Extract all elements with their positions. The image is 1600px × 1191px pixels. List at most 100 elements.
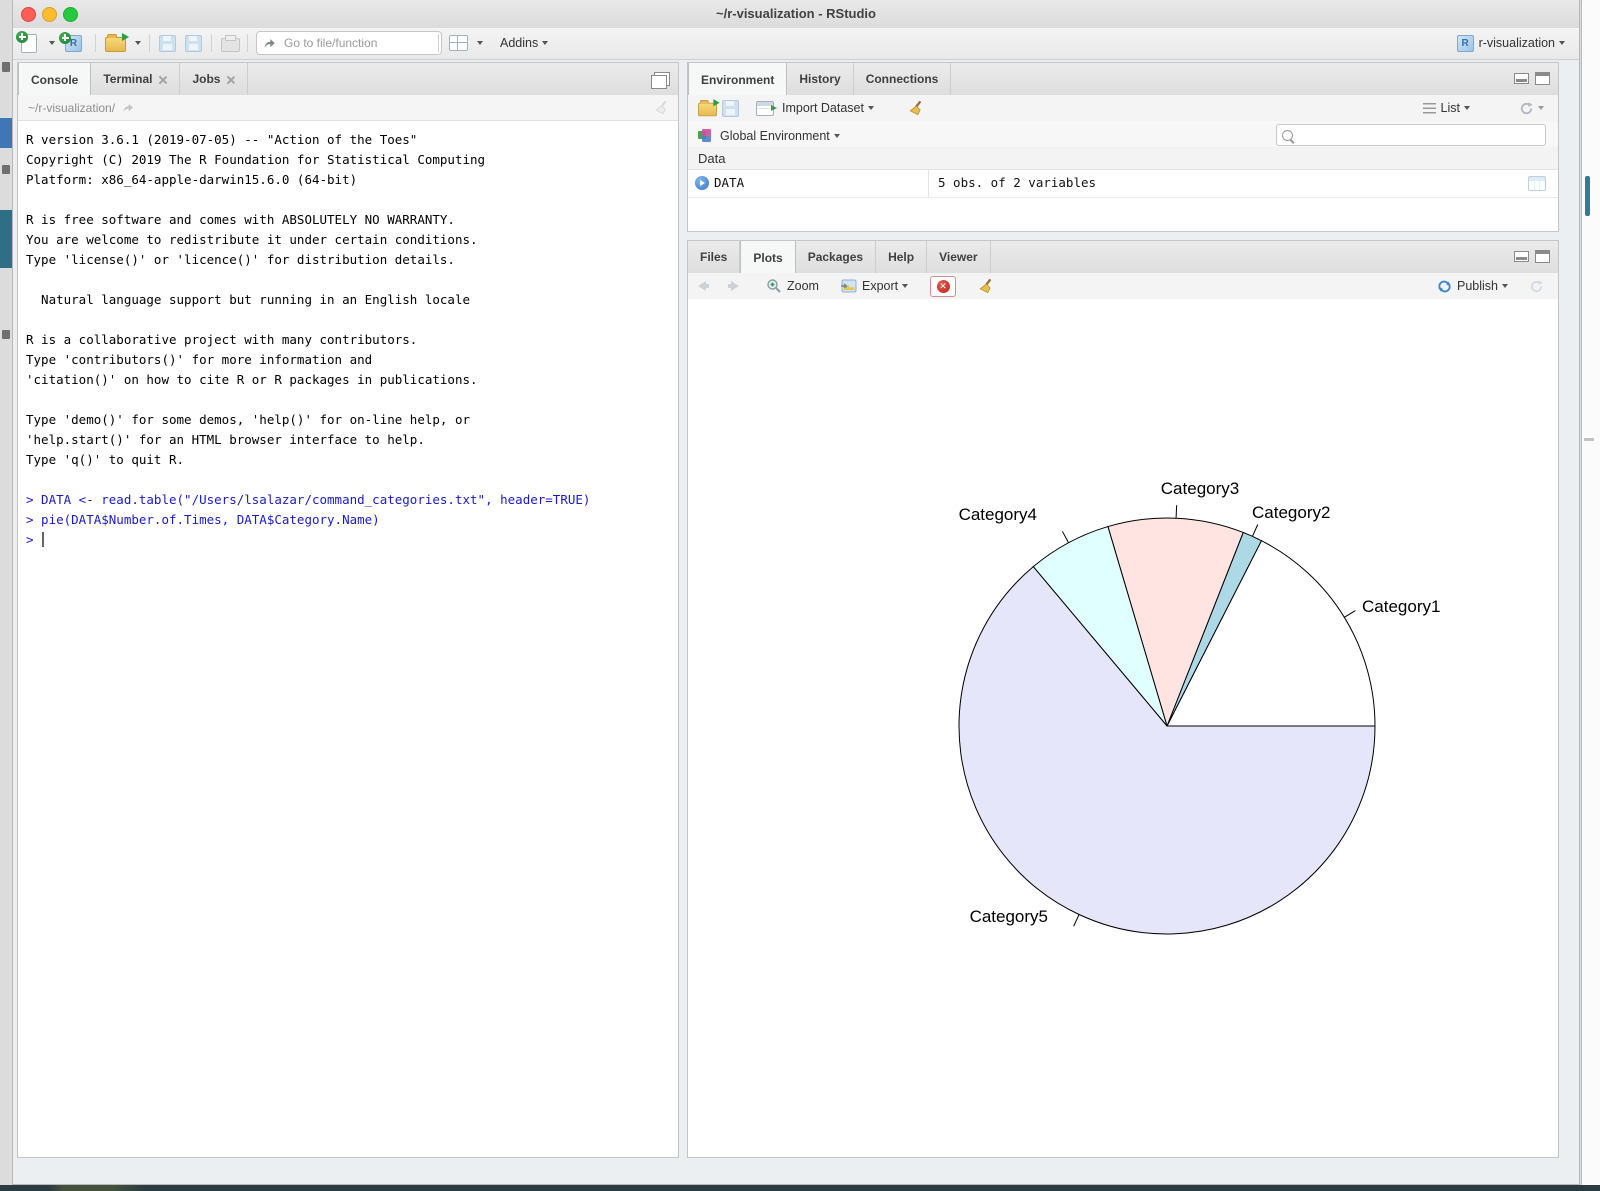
tab-connections-label: Connections	[866, 72, 939, 86]
tab-environment[interactable]: Environment	[688, 63, 787, 96]
console-line: Type 'q()' to quit R.	[26, 450, 678, 470]
plots-pane: Files Plots Packages Help Viewer Zoom Ex…	[687, 240, 1559, 1158]
console-line: R is free software and comes with ABSOLU…	[26, 210, 678, 230]
import-dataset-button[interactable]: Import Dataset	[756, 98, 874, 118]
environment-toolbar: Import Dataset List	[688, 95, 1558, 122]
export-image-icon	[840, 279, 857, 293]
tab-connections[interactable]: Connections	[854, 63, 952, 95]
list-view-dropdown[interactable]: List	[1423, 98, 1470, 118]
previous-plot-button[interactable]	[698, 276, 709, 296]
console-output[interactable]: R version 3.6.1 (2019-07-05) -- "Action …	[18, 121, 678, 1157]
tab-jobs[interactable]: Jobs	[180, 63, 248, 95]
export-plot-button[interactable]: Export	[840, 276, 908, 296]
broom-icon	[906, 100, 923, 117]
global-environment-dropdown[interactable]: Global Environment	[698, 126, 840, 146]
search-icon	[1282, 130, 1293, 141]
pane-layout-dropdown[interactable]	[473, 32, 483, 54]
maximize-pane-icon[interactable]	[1535, 250, 1550, 263]
project-name: r-visualization	[1479, 36, 1555, 50]
console-line	[26, 390, 678, 410]
new-file-button[interactable]	[21, 32, 37, 54]
save-button[interactable]	[159, 32, 176, 54]
label-tick-category5	[1074, 915, 1079, 927]
tab-files[interactable]: Files	[688, 241, 740, 273]
goto-file-search[interactable]	[256, 31, 442, 55]
refresh-environment-button[interactable]	[1519, 98, 1544, 118]
new-project-icon: R	[65, 35, 82, 52]
tab-viewer[interactable]: Viewer	[927, 241, 990, 273]
tab-history[interactable]: History	[787, 63, 853, 95]
broom-icon	[976, 278, 993, 295]
refresh-plot-button[interactable]	[1529, 276, 1544, 296]
publish-icon	[1437, 279, 1452, 294]
environment-object-row[interactable]: DATA 5 obs. of 2 variables	[688, 170, 1558, 198]
open-file-dropdown[interactable]	[131, 32, 141, 54]
console-line	[26, 470, 678, 490]
clear-environment-button[interactable]	[906, 98, 923, 118]
title-bar[interactable]: ~/r-visualization - RStudio	[13, 0, 1579, 29]
environment-search-box[interactable]	[1276, 124, 1546, 146]
tab-environment-label: Environment	[701, 73, 774, 87]
project-menu[interactable]: R r-visualization	[1457, 32, 1565, 54]
tab-terminal-label: Terminal	[103, 72, 152, 86]
background-highlight	[0, 118, 12, 148]
maximize-pane-icon[interactable]	[654, 72, 670, 86]
addins-menu[interactable]: Addins	[495, 32, 548, 54]
save-workspace-button[interactable]	[722, 98, 739, 118]
clear-all-plots-button[interactable]	[976, 276, 993, 296]
tab-packages[interactable]: Packages	[796, 241, 876, 273]
background-window-right-sliver	[1581, 0, 1600, 1191]
open-folder-icon	[105, 37, 126, 52]
console-tabbar: Console Terminal Jobs	[18, 63, 678, 96]
tab-terminal[interactable]: Terminal	[91, 63, 180, 95]
list-view-label: List	[1441, 101, 1460, 115]
console-prompt[interactable]: >	[26, 530, 678, 550]
console-pane: Console Terminal Jobs ~/r-visualization/…	[17, 62, 679, 1158]
open-file-button[interactable]	[105, 32, 126, 54]
publish-button[interactable]: Publish	[1437, 276, 1508, 296]
zoom-magnifier-icon	[766, 278, 782, 294]
new-project-button[interactable]: R	[65, 32, 82, 54]
close-tab-icon[interactable]	[158, 75, 167, 84]
environment-tabbar: Environment History Connections	[688, 63, 1558, 96]
pane-layout-grid-icon	[449, 35, 468, 51]
tab-console[interactable]: Console	[18, 63, 91, 96]
close-tab-icon[interactable]	[226, 75, 235, 84]
remove-plot-button[interactable]: ✕	[930, 276, 956, 297]
console-line: You are welcome to redistribute it under…	[26, 230, 678, 250]
plots-tabbar: Files Plots Packages Help Viewer	[688, 241, 1558, 274]
load-workspace-button[interactable]	[697, 98, 718, 118]
tab-history-label: History	[799, 72, 840, 86]
addins-label: Addins	[500, 36, 538, 50]
new-file-dropdown[interactable]	[45, 32, 55, 54]
save-all-button[interactable]	[185, 32, 202, 54]
import-dataset-label: Import Dataset	[782, 101, 864, 115]
goto-file-input[interactable]	[282, 35, 416, 51]
maximize-pane-icon[interactable]	[1535, 72, 1550, 85]
goto-directory-icon[interactable]	[121, 102, 135, 114]
minimize-pane-icon[interactable]	[1514, 251, 1529, 262]
environment-search-input[interactable]	[1297, 127, 1540, 143]
rstudio-window: ~/r-visualization - RStudio R Addins	[12, 0, 1580, 1185]
next-plot-button[interactable]	[728, 276, 739, 296]
clear-console-broom-icon[interactable]	[652, 100, 668, 116]
view-table-icon[interactable]	[1528, 176, 1546, 191]
import-dataset-icon	[756, 101, 774, 116]
minimize-pane-icon[interactable]	[1514, 73, 1529, 84]
print-button[interactable]	[221, 32, 240, 54]
console-line: Type 'demo()' for some demos, 'help()' f…	[26, 410, 678, 430]
tab-plots[interactable]: Plots	[740, 241, 795, 274]
pane-layout-button[interactable]	[449, 32, 468, 54]
console-line: 'citation()' on how to cite R or R packa…	[26, 370, 678, 390]
global-environment-icon	[698, 129, 713, 144]
console-command: > pie(DATA$Number.of.Times, DATA$Categor…	[26, 510, 678, 530]
expand-object-icon[interactable]	[695, 176, 709, 190]
new-document-icon	[21, 34, 37, 53]
tab-viewer-label: Viewer	[939, 250, 977, 264]
environment-scope-row: Global Environment	[688, 121, 1558, 148]
console-line: Type 'contributors()' for more informati…	[26, 350, 678, 370]
background-dock-strip	[0, 1185, 1600, 1191]
tab-help[interactable]: Help	[876, 241, 927, 273]
zoom-plot-button[interactable]: Zoom	[766, 276, 819, 296]
label-tick-category3	[1176, 505, 1177, 518]
